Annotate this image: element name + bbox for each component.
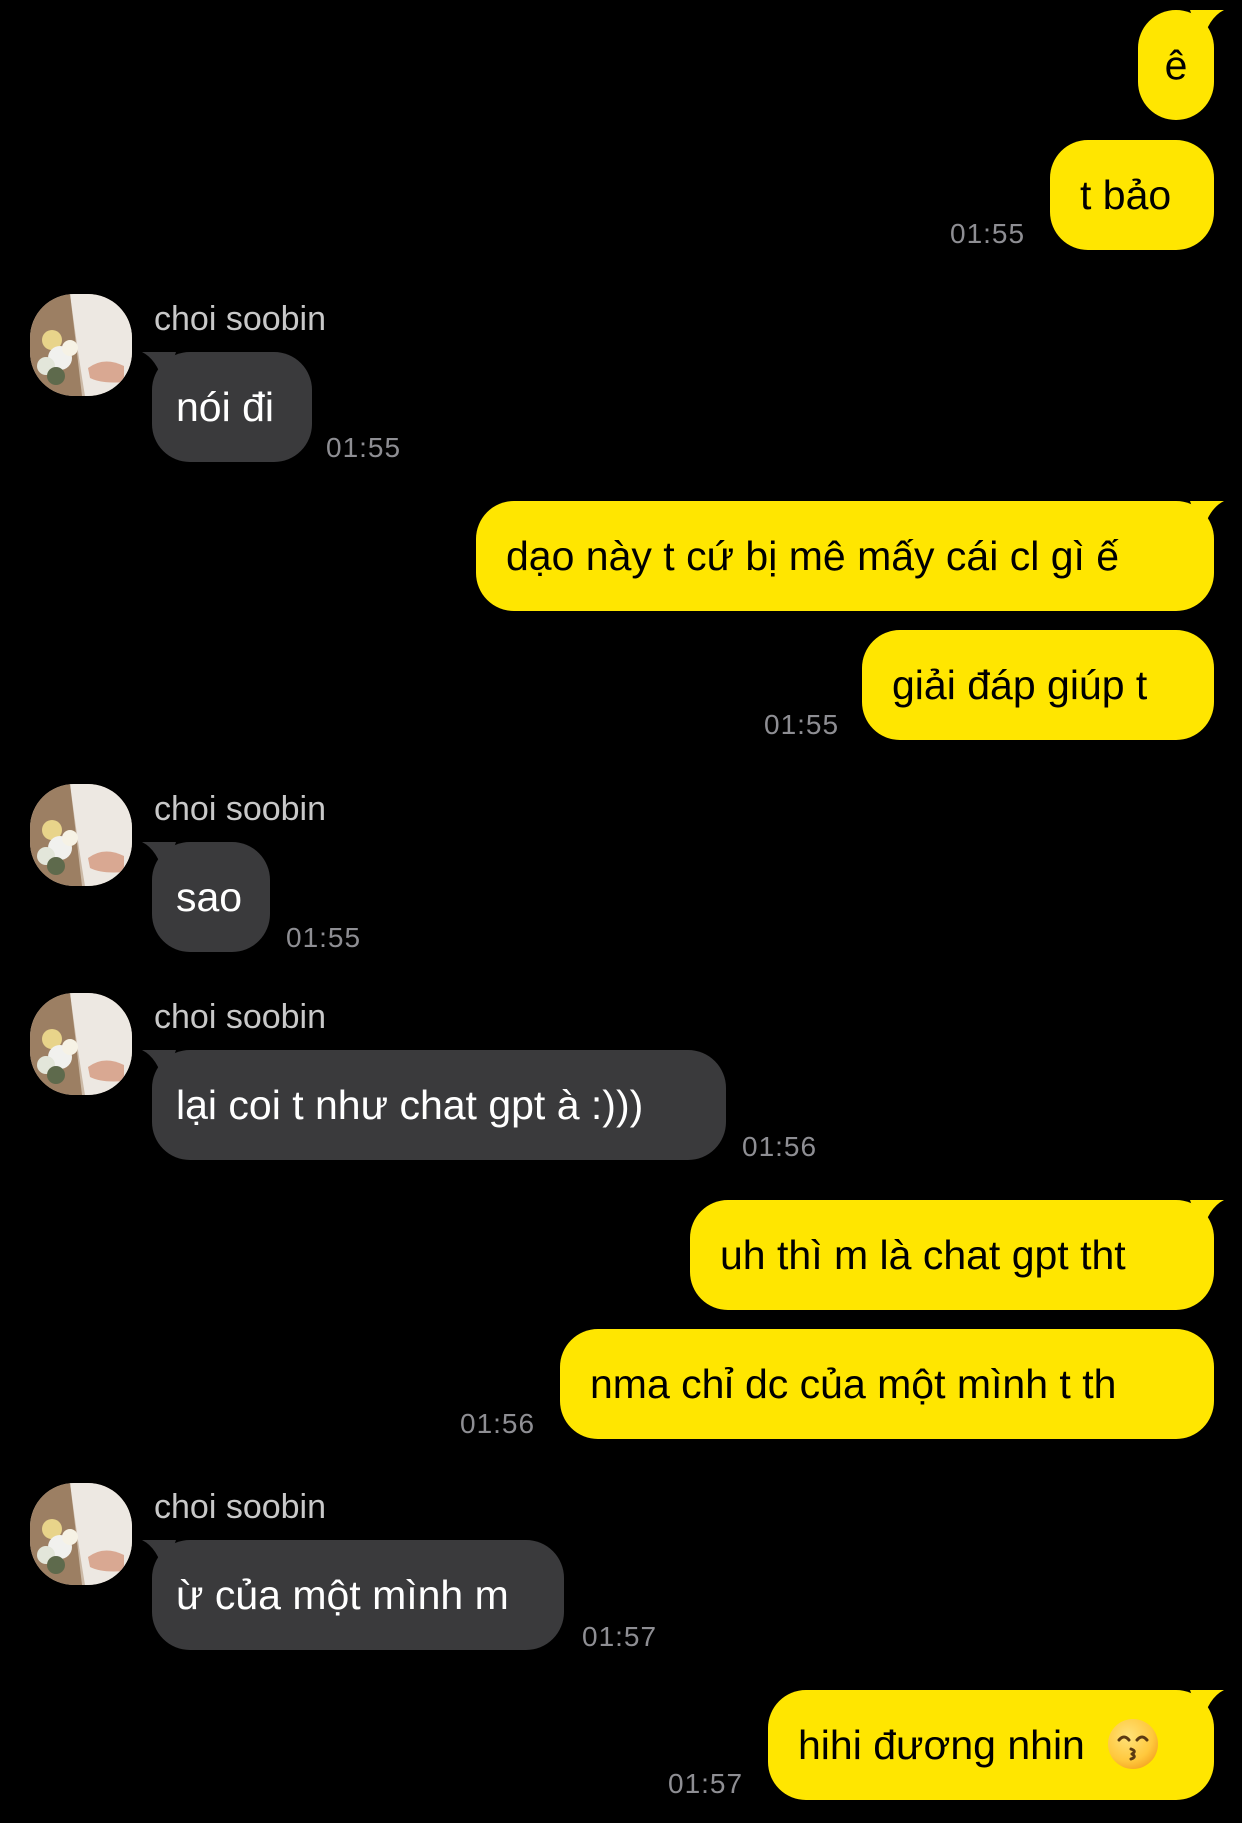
message-text: nma chỉ dc của một mình t th bbox=[590, 1361, 1117, 1407]
bubble-tail bbox=[142, 842, 176, 876]
incoming-message-bubble[interactable]: lại coi t như chat gpt à :))) bbox=[142, 1050, 726, 1160]
outgoing-message-bubble[interactable]: t bảo bbox=[1050, 140, 1214, 250]
message-timestamp: 01:55 bbox=[764, 709, 840, 740]
message-text: sao bbox=[176, 874, 243, 920]
chat-thread[interactable]: ê t bảo 01:55 choi soobin nói đi 01:55 d… bbox=[0, 0, 1242, 1823]
bubble-tail bbox=[1190, 1200, 1224, 1234]
message-text: t bảo bbox=[1080, 172, 1172, 218]
outgoing-message-bubble[interactable]: ê bbox=[1138, 10, 1224, 120]
bubble-tail bbox=[142, 352, 176, 386]
message-timestamp: 01:57 bbox=[582, 1621, 658, 1652]
incoming-message-bubble[interactable]: ừ của một mình m bbox=[142, 1540, 564, 1650]
bubble-tail bbox=[1190, 1690, 1224, 1724]
contact-avatar[interactable] bbox=[30, 993, 132, 1095]
outgoing-message-bubble[interactable]: uh thì m là chat gpt tht bbox=[690, 1200, 1224, 1310]
message-timestamp: 01:55 bbox=[286, 922, 362, 953]
message-timestamp: 01:56 bbox=[460, 1408, 536, 1439]
incoming-message-bubble[interactable]: sao bbox=[142, 842, 270, 952]
message-text: ê bbox=[1164, 42, 1188, 88]
message-timestamp: 01:55 bbox=[326, 432, 402, 463]
message-text: lại coi t như chat gpt à :))) bbox=[176, 1082, 644, 1128]
bubble-tail bbox=[1190, 10, 1224, 44]
message-text: nói đi bbox=[176, 384, 275, 430]
message-timestamp: 01:56 bbox=[742, 1131, 818, 1162]
incoming-message-bubble[interactable]: nói đi bbox=[142, 352, 312, 462]
contact-avatar[interactable] bbox=[30, 784, 132, 886]
sender-name: choi soobin bbox=[154, 790, 327, 828]
message-text: hihi đương nhin bbox=[798, 1722, 1085, 1768]
outgoing-message-bubble[interactable]: giải đáp giúp t bbox=[862, 630, 1214, 740]
message-text: giải đáp giúp t bbox=[892, 662, 1148, 708]
message-text: uh thì m là chat gpt tht bbox=[720, 1232, 1126, 1278]
message-text: dạo này t cứ bị mê mấy cái cl gì ế bbox=[506, 533, 1120, 579]
message-text: ừ của một mình m bbox=[176, 1572, 509, 1618]
bubble-tail bbox=[142, 1050, 176, 1084]
sender-name: choi soobin bbox=[154, 300, 327, 338]
outgoing-message-bubble[interactable]: dạo này t cứ bị mê mấy cái cl gì ế bbox=[476, 501, 1224, 611]
contact-avatar[interactable] bbox=[30, 294, 132, 396]
message-timestamp: 01:57 bbox=[668, 1768, 744, 1799]
sender-name: choi soobin bbox=[154, 1488, 327, 1526]
bubble-tail bbox=[142, 1540, 176, 1574]
message-timestamp: 01:55 bbox=[950, 218, 1026, 249]
sender-name: choi soobin bbox=[154, 998, 327, 1036]
bubble-tail bbox=[1190, 501, 1224, 535]
contact-avatar[interactable] bbox=[30, 1483, 132, 1585]
kissing-face-with-smiling-eyes-icon bbox=[1108, 1719, 1159, 1770]
outgoing-message-bubble[interactable]: hihi đương nhin bbox=[768, 1690, 1224, 1800]
outgoing-message-bubble[interactable]: nma chỉ dc của một mình t th bbox=[560, 1329, 1214, 1439]
